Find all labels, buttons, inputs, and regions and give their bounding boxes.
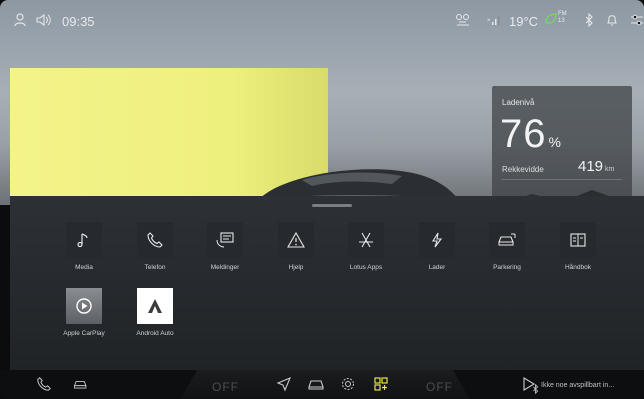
left-climate-off[interactable]: OFF	[212, 380, 239, 394]
app-handbok[interactable]: Håndbok	[543, 222, 613, 271]
fm-label: FM	[558, 11, 567, 17]
app-store-icon	[348, 222, 384, 258]
app-telefon[interactable]: Telefon	[120, 222, 190, 271]
clock: 09:35	[62, 14, 95, 29]
app-media[interactable]: Media	[49, 222, 119, 271]
app-lader[interactable]: Lader	[402, 222, 472, 271]
carplay-icon	[66, 288, 102, 324]
volume-icon[interactable]	[36, 13, 52, 27]
range-unit: km	[605, 166, 615, 173]
notification-bell-icon[interactable]	[606, 13, 618, 27]
temperature: 19°C	[509, 14, 539, 29]
infotainment-screen: 09:35 × 19°C FM 13 Ladenivå 76% Rekkevid…	[0, 0, 644, 399]
message-icon	[207, 222, 243, 258]
apps-grid-icon[interactable]	[373, 376, 389, 397]
parking-icon	[489, 222, 525, 258]
battery-percent-value: 76	[500, 112, 547, 156]
vehicle-icon[interactable]	[307, 376, 325, 397]
app-meldinger[interactable]: Meldinger	[190, 222, 260, 271]
range-number: 419	[578, 158, 604, 175]
app-parkering[interactable]: Parkering	[472, 222, 542, 271]
music-note-icon	[66, 222, 102, 258]
settings-gear-icon[interactable]	[340, 376, 356, 397]
app-android-auto[interactable]: Android Auto	[120, 288, 190, 337]
navigation-icon[interactable]	[276, 376, 292, 397]
eco-battery-icon	[544, 12, 558, 26]
app-label: Android Auto	[136, 330, 174, 337]
svg-text:×: ×	[487, 18, 491, 24]
app-lotus-apps[interactable]: Lotus Apps	[331, 222, 401, 271]
divider	[502, 179, 622, 180]
app-label: Lotus Apps	[349, 264, 383, 271]
status-bar: 09:35 × 19°C FM 13	[0, 0, 644, 40]
now-playing-text[interactable]: Ikke noe avspillbart in...	[541, 382, 614, 389]
car-shortcut-icon[interactable]	[72, 376, 90, 397]
settings-sliders-icon[interactable]	[630, 13, 644, 27]
book-icon	[560, 222, 596, 258]
phone-icon	[137, 222, 173, 258]
lightning-icon	[419, 222, 455, 258]
app-label: Håndbok	[564, 264, 592, 271]
bluetooth-icon	[584, 13, 594, 27]
warning-icon	[278, 222, 314, 258]
app-label: Telefon	[144, 264, 166, 271]
app-label: Apple CarPlay	[63, 330, 105, 337]
driver-assist-icon	[455, 13, 471, 27]
app-hjelp[interactable]: Hjelp	[261, 222, 331, 271]
fm-radio-badge: FM 13	[558, 11, 567, 25]
app-label: Parkering	[493, 264, 521, 271]
range-label: Rekkevidde	[502, 165, 544, 174]
fm-sub-label: 13	[558, 18, 565, 24]
range-value: 419 km	[578, 158, 614, 175]
app-label: Media	[75, 264, 93, 271]
android-auto-icon	[137, 288, 173, 324]
app-apple-carplay[interactable]: Apple CarPlay	[49, 288, 119, 337]
right-climate-off[interactable]: OFF	[426, 380, 453, 394]
battery-percent-unit: %	[548, 134, 562, 150]
app-label: Hjelp	[288, 264, 304, 271]
battery-card[interactable]: Ladenivå 76% Rekkevidde 419 km	[492, 86, 632, 208]
battery-percent: 76%	[500, 112, 562, 157]
phone-shortcut-icon[interactable]	[36, 376, 52, 397]
battery-level-label: Ladenivå	[502, 98, 535, 107]
user-profile-icon[interactable]	[14, 13, 26, 27]
signal-strength-icon: ×	[487, 13, 501, 27]
app-label: Lader	[428, 264, 446, 271]
drawer-handle[interactable]	[312, 204, 352, 207]
bluetooth-media-icon	[532, 381, 539, 399]
app-label: Meldinger	[210, 264, 240, 271]
